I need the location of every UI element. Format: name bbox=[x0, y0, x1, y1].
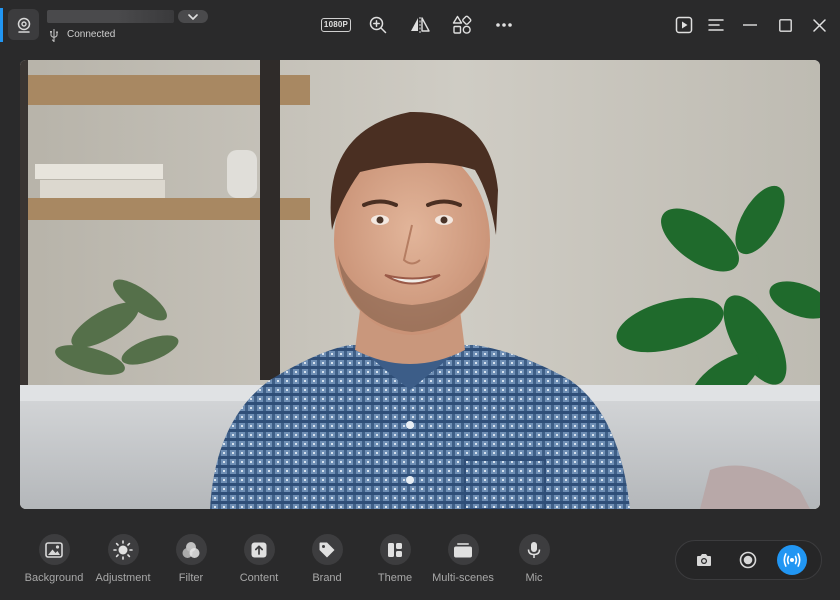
broadcast-icon bbox=[783, 553, 801, 567]
toolbar-label: Multi-scenes bbox=[432, 572, 494, 584]
toolbar-label: Theme bbox=[377, 572, 413, 584]
minimize-icon bbox=[743, 24, 757, 26]
tool-circle bbox=[243, 534, 275, 565]
close-icon bbox=[812, 18, 826, 32]
toolbar-label: Content bbox=[239, 572, 279, 584]
image-icon bbox=[45, 541, 63, 558]
toolbar-brand-button[interactable]: Brand bbox=[291, 534, 363, 590]
microphone-icon bbox=[527, 541, 541, 558]
menu-button[interactable] bbox=[704, 12, 728, 38]
device-name bbox=[47, 10, 174, 23]
upload-icon bbox=[251, 542, 267, 557]
tool-circle bbox=[38, 534, 70, 565]
more-button[interactable] bbox=[492, 12, 516, 38]
usb-icon bbox=[50, 28, 58, 42]
layout-icon bbox=[388, 542, 402, 557]
title-bar: Connected 1080P bbox=[0, 0, 840, 50]
toolbar-label: Filter bbox=[178, 572, 204, 584]
resolution-badge: 1080P bbox=[320, 18, 352, 32]
webcam-icon bbox=[17, 17, 30, 33]
tool-circle bbox=[447, 534, 479, 565]
toolbar-label: Background bbox=[24, 572, 84, 584]
active-indicator bbox=[0, 8, 3, 42]
menu-icon bbox=[708, 19, 724, 31]
scenes-icon bbox=[454, 542, 472, 557]
close-button[interactable] bbox=[807, 12, 831, 38]
toolbar-background-button[interactable]: Background bbox=[18, 534, 90, 590]
brightness-icon bbox=[113, 539, 133, 560]
tag-icon bbox=[319, 542, 335, 557]
play-preview-button[interactable] bbox=[672, 12, 696, 38]
shapes-icon bbox=[452, 15, 472, 34]
mirror-button[interactable] bbox=[408, 12, 432, 38]
maximize-icon bbox=[778, 18, 792, 32]
toolbar-adjustment-button[interactable]: Adjustment bbox=[87, 534, 159, 590]
toolbar-mic-button[interactable]: Mic bbox=[498, 534, 570, 590]
record-button[interactable] bbox=[733, 545, 763, 575]
tool-circle bbox=[311, 534, 343, 565]
toolbar-label: Adjustment bbox=[95, 572, 151, 584]
zoom-button[interactable] bbox=[366, 12, 390, 38]
toolbar-content-button[interactable]: Content bbox=[223, 534, 295, 590]
connection-label: Connected bbox=[67, 29, 116, 40]
maximize-button[interactable] bbox=[773, 12, 797, 38]
device-dropdown-button[interactable] bbox=[178, 10, 208, 23]
tool-circle bbox=[379, 534, 411, 565]
play-box-icon bbox=[675, 16, 693, 34]
toolbar-multi-scenes-button[interactable]: Multi-scenes bbox=[427, 534, 499, 590]
go-live-button[interactable] bbox=[777, 545, 807, 575]
minimize-button[interactable] bbox=[738, 12, 762, 38]
more-dots-icon bbox=[496, 23, 512, 27]
mirror-flip-icon bbox=[411, 17, 430, 33]
chevron-down-icon bbox=[188, 13, 198, 20]
tool-circle bbox=[518, 534, 550, 565]
camera-icon bbox=[697, 554, 711, 566]
toolbar-theme-button[interactable]: Theme bbox=[359, 534, 431, 590]
tool-circle bbox=[107, 534, 139, 565]
video-preview[interactable] bbox=[20, 60, 820, 509]
connection-status: Connected bbox=[49, 28, 115, 42]
toolbar-label: Mic bbox=[525, 572, 543, 584]
tool-circle bbox=[175, 534, 207, 565]
resolution-button[interactable]: 1080P bbox=[320, 12, 352, 38]
webcam-avatar-button[interactable] bbox=[8, 9, 39, 40]
zoom-in-icon bbox=[369, 16, 387, 34]
toolbar-label: Brand bbox=[312, 572, 342, 584]
record-icon bbox=[739, 551, 757, 569]
snapshot-button[interactable] bbox=[689, 545, 719, 575]
toolbar-filter-button[interactable]: Filter bbox=[155, 534, 227, 590]
effects-button[interactable] bbox=[450, 12, 474, 38]
camera-feed-image bbox=[20, 60, 820, 509]
filter-circles-icon bbox=[182, 541, 200, 558]
